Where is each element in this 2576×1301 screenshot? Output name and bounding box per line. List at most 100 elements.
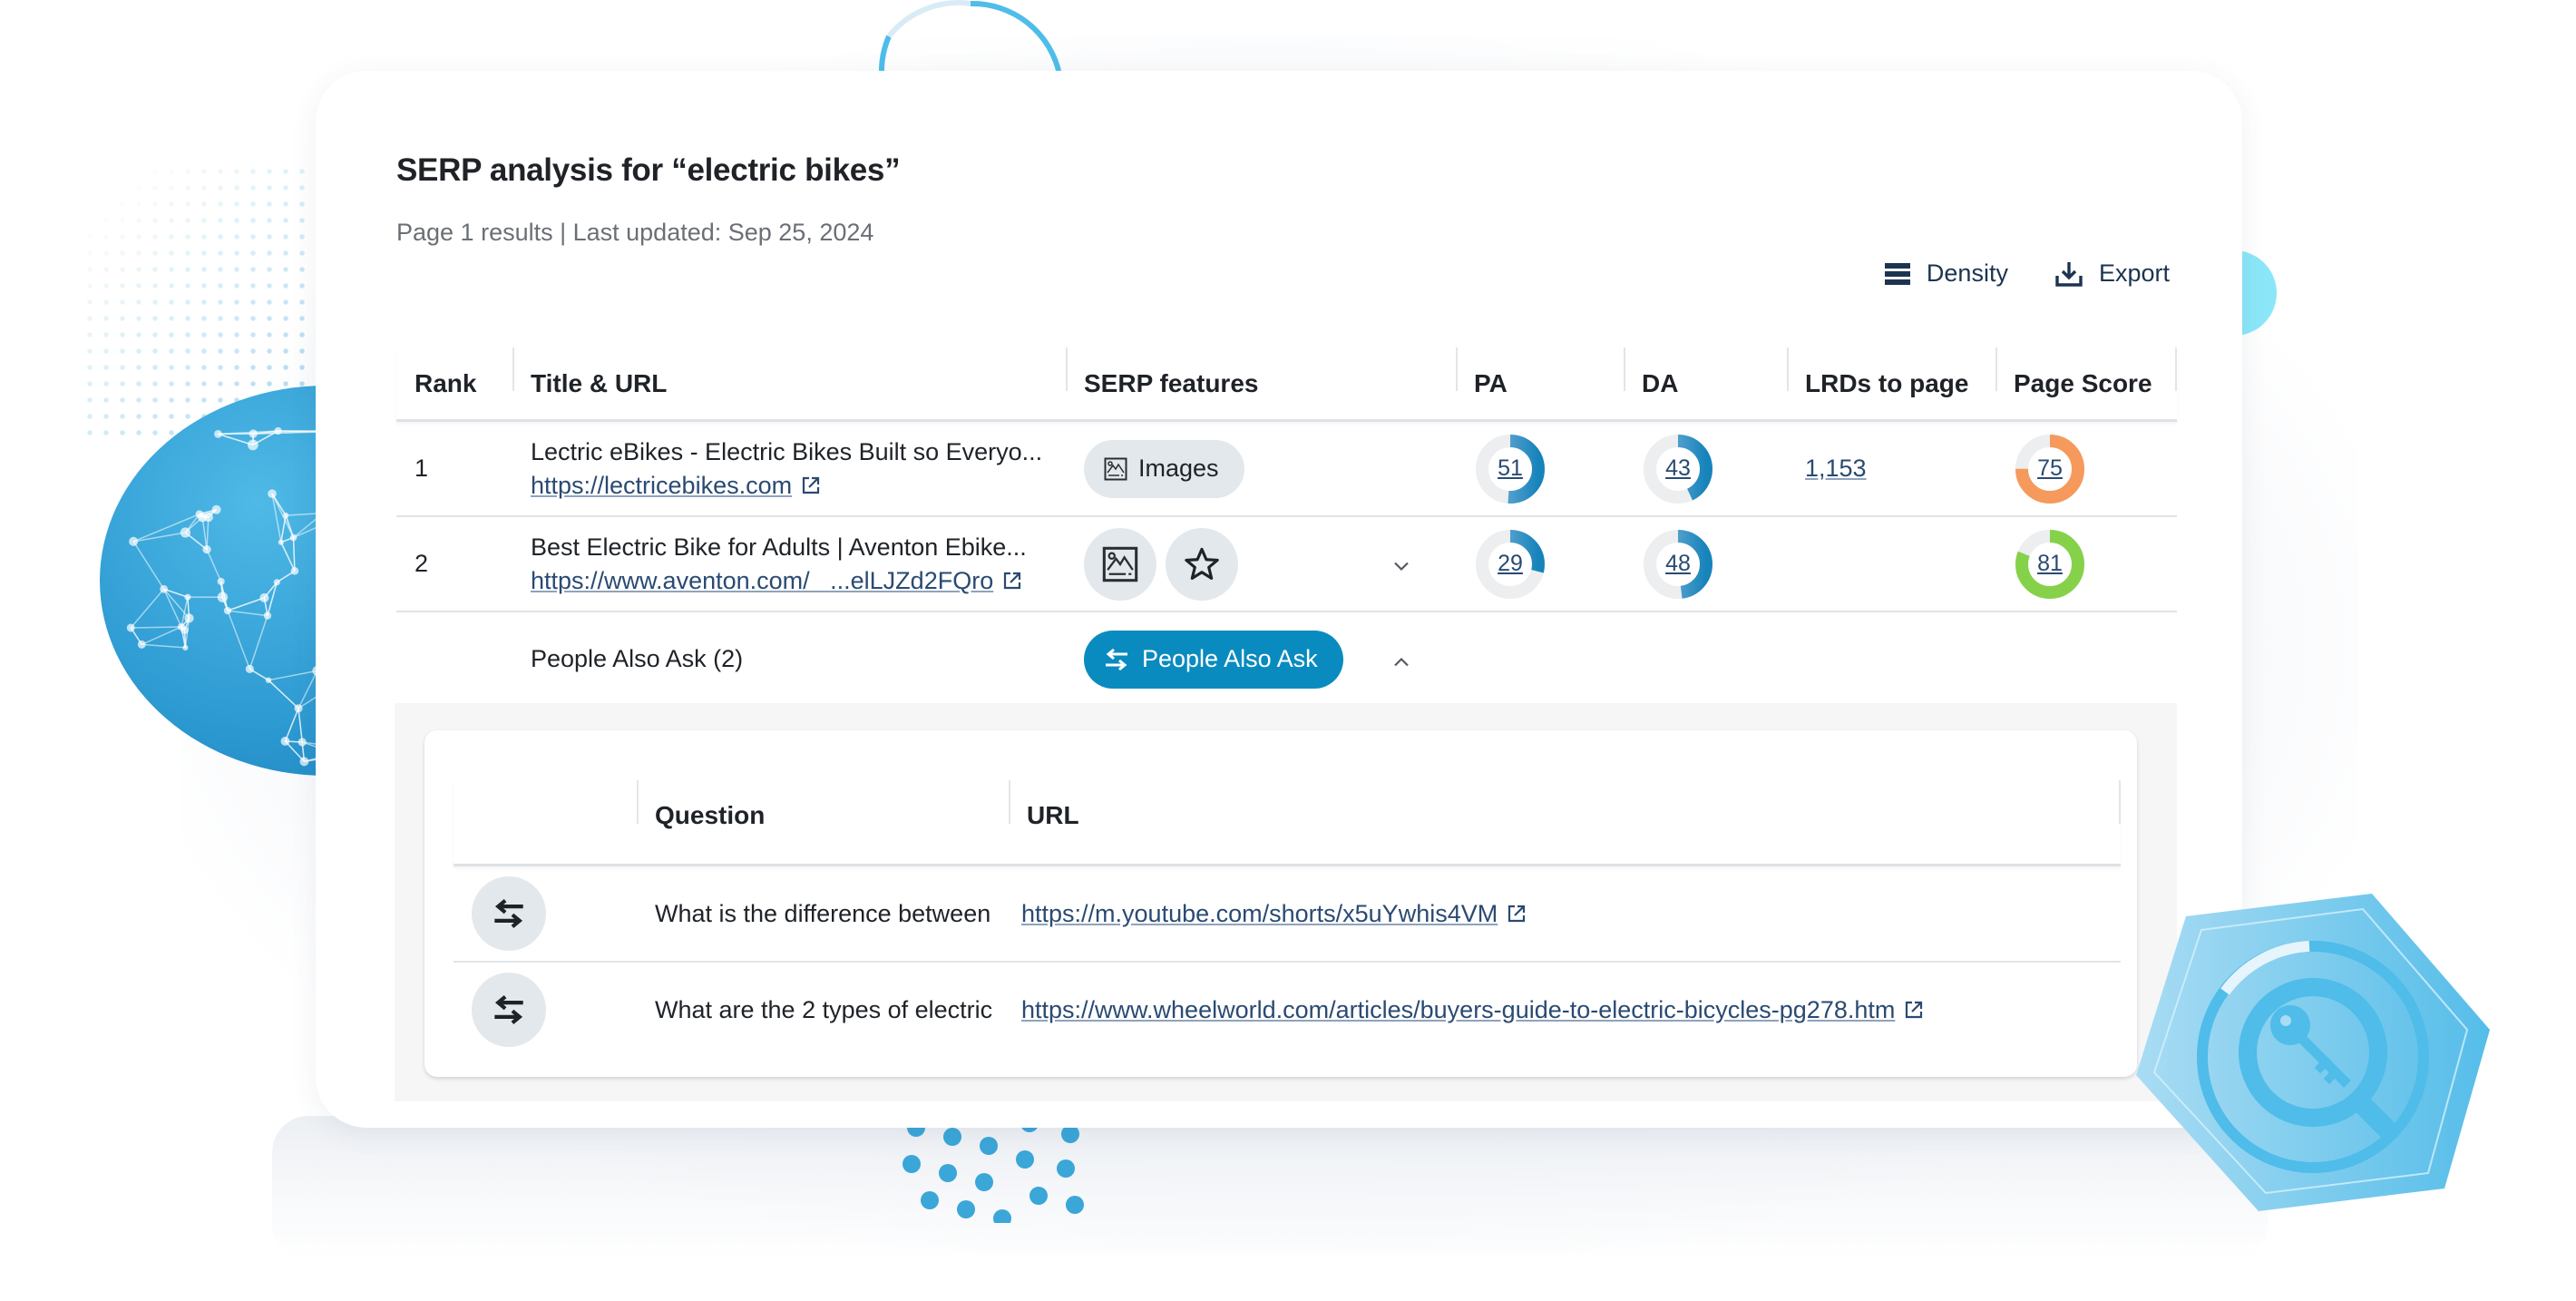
decorative-dot <box>921 1191 939 1209</box>
table-row: 1 Lectric eBikes - Electric Bikes Built … <box>396 422 2177 517</box>
network-link <box>227 597 265 611</box>
network-link <box>206 549 222 582</box>
network-node <box>137 640 146 649</box>
network-link <box>218 433 254 446</box>
people-also-ask-table: Question URL What is the difference betw… <box>454 780 2121 1057</box>
network-node <box>298 738 307 747</box>
decorative-dot <box>943 1128 961 1146</box>
progress-arc-decoration <box>878 0 1062 75</box>
pa-donut: 51 <box>1474 433 1547 505</box>
result-url-text[interactable]: https://lectricebikes.com <box>531 472 792 500</box>
network-node <box>217 592 229 602</box>
network-node <box>278 539 284 545</box>
network-node <box>289 533 298 542</box>
serp-feature-chip-images[interactable] <box>1084 527 1156 601</box>
network-node <box>202 545 211 554</box>
decorative-dot <box>903 1155 921 1173</box>
chevron-down-icon[interactable] <box>1392 550 1410 578</box>
decorative-dot <box>939 1164 957 1182</box>
column-header-rank[interactable]: Rank <box>396 347 512 419</box>
network-node <box>181 626 189 634</box>
da-value[interactable]: 48 <box>1642 528 1714 601</box>
column-header-serp-features[interactable]: SERP features <box>1066 347 1456 419</box>
network-link <box>130 588 165 629</box>
paa-column-header-url[interactable]: URL <box>1009 780 2121 864</box>
network-node <box>126 623 135 632</box>
density-icon <box>1884 262 1910 286</box>
network-node <box>217 577 225 585</box>
title-url-cell: Lectric eBikes - Electric Bikes Built so… <box>512 438 1066 500</box>
paa-url-text[interactable]: https://www.wheelworld.com/articles/buye… <box>1021 996 1895 1024</box>
people-also-ask-button[interactable]: People Also Ask <box>1084 630 1343 689</box>
network-node <box>195 510 204 518</box>
people-also-ask-panel: Question URL What is the difference betw… <box>395 703 2177 1101</box>
people-also-ask-row: People Also Ask (2) People Also Ask <box>396 612 2177 706</box>
network-node <box>182 644 189 650</box>
page-subtitle: Page 1 results | Last updated: Sep 25, 2… <box>396 219 874 246</box>
paa-url-text[interactable]: https://m.youtube.com/shorts/x5uYwhis4VM <box>1021 900 1498 928</box>
pa-donut: 29 <box>1474 528 1547 601</box>
da-value[interactable]: 43 <box>1642 433 1714 505</box>
network-link <box>249 615 268 670</box>
network-node <box>214 429 222 438</box>
paa-serp-cell: People Also Ask <box>1066 630 1456 689</box>
pa-value[interactable]: 29 <box>1474 528 1547 601</box>
column-header-pa[interactable]: PA <box>1456 347 1624 419</box>
paa-url-link[interactable]: https://m.youtube.com/shorts/x5uYwhis4VM <box>1021 900 1527 928</box>
network-node <box>184 593 191 601</box>
page-score-value[interactable]: 81 <box>2014 528 2086 601</box>
column-header-lrds[interactable]: LRDs to page <box>1787 347 1995 419</box>
network-node <box>223 606 232 615</box>
decorative-dot <box>1057 1159 1075 1178</box>
paa-url-link[interactable]: https://www.wheelworld.com/articles/buye… <box>1021 996 1924 1024</box>
network-node <box>280 737 290 746</box>
network-node <box>294 704 303 713</box>
network-link <box>292 537 296 572</box>
lrds-cell: 1,153 <box>1787 455 1995 483</box>
export-button[interactable]: Export <box>2055 259 2170 288</box>
paa-row: What are the 2 types of electric https:/… <box>454 963 2121 1057</box>
page-score-cell: 81 <box>1995 528 2177 601</box>
column-header-da[interactable]: DA <box>1624 347 1787 419</box>
network-link <box>201 517 208 550</box>
page-score-value[interactable]: 75 <box>2014 433 2086 505</box>
network-link <box>227 610 268 617</box>
pa-cell: 51 <box>1456 433 1624 505</box>
network-node <box>160 584 168 593</box>
serp-feature-chip-featured[interactable] <box>1166 527 1238 601</box>
pa-value[interactable]: 51 <box>1474 433 1547 505</box>
external-link-icon[interactable] <box>1002 571 1022 591</box>
external-link-icon[interactable] <box>1904 1000 1924 1020</box>
people-also-ask-card: Question URL What is the difference betw… <box>424 730 2137 1077</box>
paa-column-header-question[interactable]: Question <box>637 780 1009 864</box>
decorative-dot <box>1016 1150 1034 1169</box>
network-link <box>132 541 165 590</box>
pa-cell: 29 <box>1456 528 1624 601</box>
external-link-icon[interactable] <box>801 475 821 495</box>
network-node <box>268 489 277 498</box>
network-link <box>268 680 299 709</box>
serp-feature-chip-images[interactable]: Images <box>1084 439 1244 498</box>
decorative-dot <box>1029 1187 1048 1205</box>
chevron-up-icon[interactable] <box>1392 645 1410 673</box>
network-link <box>280 514 287 543</box>
network-node <box>265 677 272 683</box>
paa-question: What is the difference between <box>655 899 991 927</box>
result-url-link[interactable]: https://lectricebikes.com <box>531 472 1066 500</box>
result-url-link[interactable]: https://www.aventon.com/ ...elLJZd2FQro <box>531 567 1066 595</box>
external-link-icon[interactable] <box>1507 904 1527 924</box>
network-node <box>259 592 269 602</box>
lrds-value[interactable]: 1,153 <box>1805 455 1867 482</box>
network-node <box>245 664 254 673</box>
result-url-text[interactable]: https://www.aventon.com/ ...elLJZd2FQro <box>531 567 993 595</box>
network-node <box>129 536 139 546</box>
network-node <box>249 429 258 438</box>
paa-header-row: Question URL <box>454 780 2121 866</box>
title-url-cell: Best Electric Bike for Adults | Aventon … <box>512 533 1066 595</box>
image-icon <box>1102 546 1138 582</box>
density-button[interactable]: Density <box>1884 259 2008 288</box>
decorative-dot <box>980 1137 998 1155</box>
column-header-title-url[interactable]: Title & URL <box>512 347 1066 419</box>
column-header-page-score[interactable]: Page Score <box>1995 347 2177 419</box>
da-donut: 48 <box>1642 528 1714 601</box>
